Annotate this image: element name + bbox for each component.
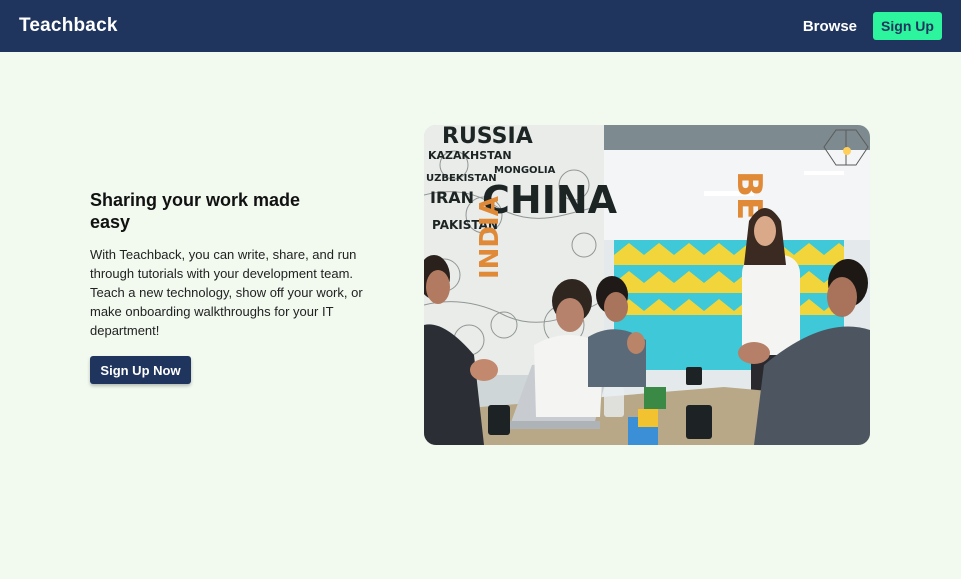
svg-text:MONGOLIA: MONGOLIA: [494, 165, 556, 176]
brand-logo[interactable]: Teachback: [19, 15, 118, 37]
hero-text: Sharing your work made easy With Teachba…: [90, 189, 380, 384]
hero-image: BE RUSSIA KAZAKHSTAN UZBEKISTAN MONGOLIA…: [424, 125, 870, 445]
hero-title: Sharing your work made easy: [90, 190, 301, 232]
svg-text:INDIA: INDIA: [475, 196, 505, 279]
signup-now-button[interactable]: Sign Up Now: [90, 356, 191, 384]
hero-description: With Teachback, you can write, share, an…: [90, 247, 363, 338]
top-navbar: Teachback Browse Sign Up: [0, 0, 961, 52]
browse-link[interactable]: Browse: [803, 18, 857, 35]
nav-actions: Browse Sign Up: [803, 12, 942, 40]
svg-text:KAZAKHSTAN: KAZAKHSTAN: [428, 149, 512, 162]
signup-button[interactable]: Sign Up: [873, 12, 942, 40]
svg-text:RUSSIA: RUSSIA: [442, 125, 533, 149]
svg-text:IRAN: IRAN: [430, 188, 474, 207]
office-meeting-illustration: BE RUSSIA KAZAKHSTAN UZBEKISTAN MONGOLIA…: [424, 125, 870, 445]
